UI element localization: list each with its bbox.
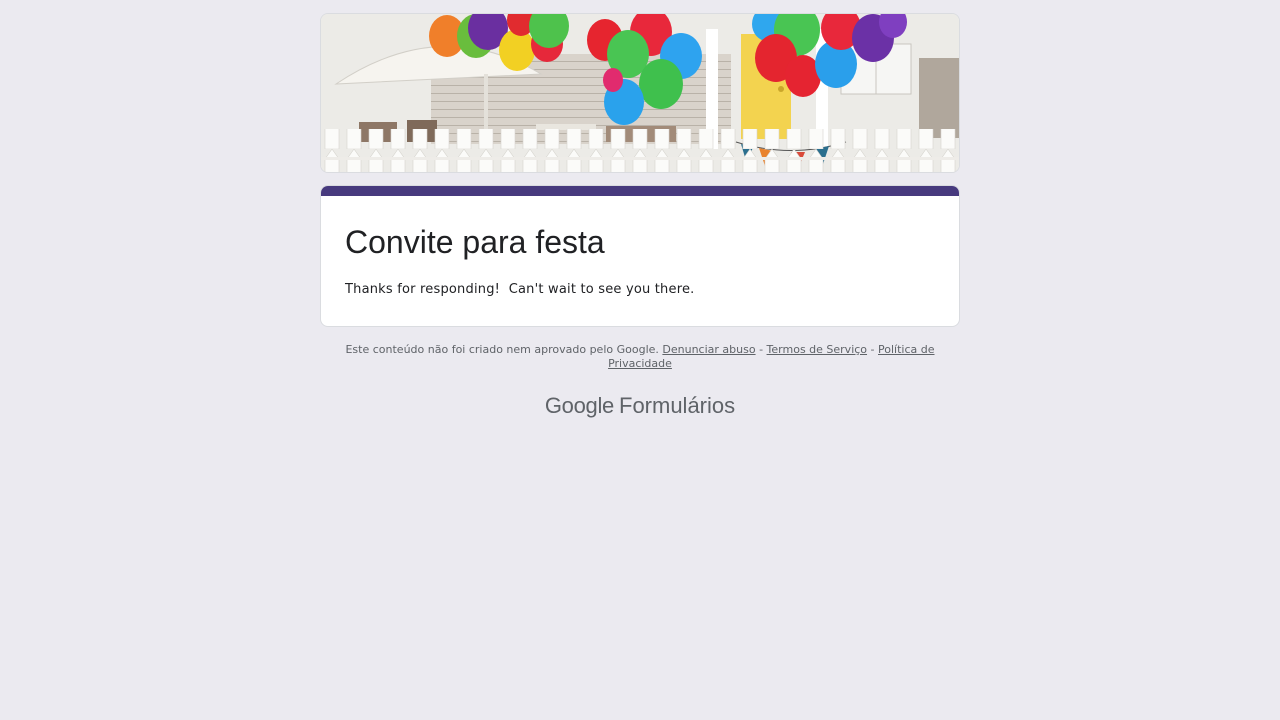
header-banner-image: [320, 13, 960, 173]
confirmation-card: Convite para festa Thanks for responding…: [320, 185, 960, 327]
card-accent-bar: [321, 186, 959, 196]
separator: -: [755, 343, 767, 356]
separator: -: [867, 343, 878, 356]
footer-disclaimer: Este conteúdo não foi criado nem aprovad…: [320, 343, 960, 371]
card-body: Convite para festa Thanks for responding…: [321, 196, 959, 326]
google-wordmark: Google: [544, 393, 614, 418]
form-container: Convite para festa Thanks for responding…: [320, 0, 960, 419]
disclaimer-text: Este conteúdo não foi criado nem aprovad…: [345, 343, 659, 356]
product-name: Formulários: [619, 393, 736, 418]
report-abuse-link[interactable]: Denunciar abuso: [662, 343, 755, 356]
google-forms-logo[interactable]: Google Formulários: [320, 393, 960, 419]
form-title: Convite para festa: [345, 224, 605, 260]
terms-link[interactable]: Termos de Serviço: [767, 343, 867, 356]
confirmation-message: Thanks for responding! Can't wait to see…: [345, 282, 695, 297]
